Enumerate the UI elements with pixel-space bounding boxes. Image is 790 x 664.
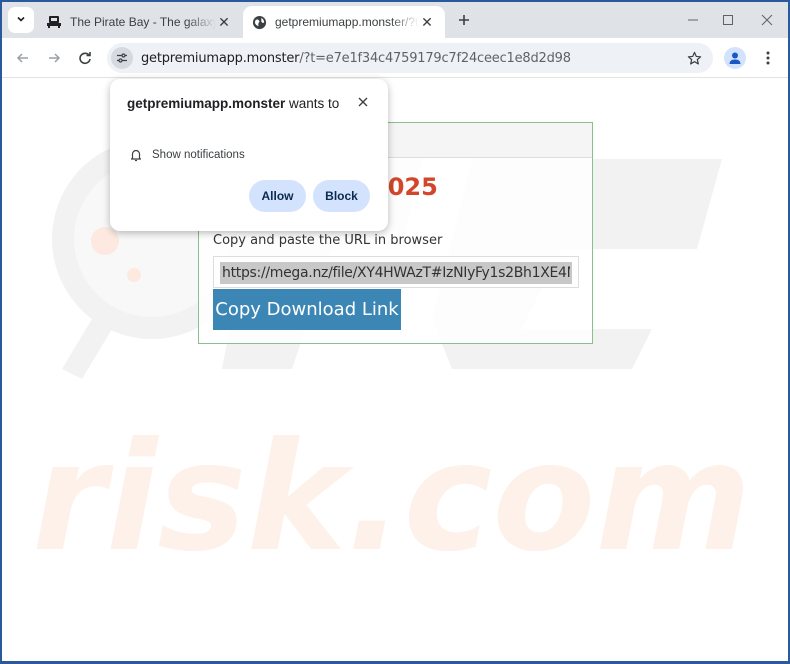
- url-path: /?t=e7e1f34c4759179c7f24ceec1e8d2d98: [299, 50, 571, 66]
- download-url-field[interactable]: [213, 256, 579, 288]
- copy-download-link-button[interactable]: Copy Download Link: [213, 289, 401, 330]
- tune-icon[interactable]: [111, 47, 133, 69]
- pirate-ship-icon: [46, 14, 62, 30]
- reload-icon[interactable]: [75, 48, 95, 68]
- close-icon[interactable]: [757, 10, 777, 30]
- watermark-text: risk.com: [32, 411, 752, 585]
- browser-window: The Pirate Bay - The galaxy's most resil…: [2, 2, 788, 661]
- plus-icon[interactable]: [454, 10, 474, 30]
- chevron-down-icon: [16, 11, 26, 29]
- block-button[interactable]: Block: [313, 180, 370, 212]
- star-icon[interactable]: [685, 49, 703, 67]
- permission-row: Show notifications: [129, 148, 245, 162]
- tab-title: The Pirate Bay - The galaxy's most resil…: [70, 15, 216, 29]
- globe-icon: [251, 14, 267, 30]
- tab-close-icon[interactable]: ✕: [216, 14, 232, 30]
- permission-label: Show notifications: [152, 149, 245, 161]
- popup-close-icon[interactable]: [354, 93, 372, 111]
- allow-button[interactable]: Allow: [249, 180, 306, 212]
- bell-icon: [129, 148, 143, 162]
- popup-site: getpremiumapp.monster: [127, 96, 286, 111]
- popup-suffix: wants to: [285, 96, 340, 111]
- tab-strip: The Pirate Bay - The galaxy's most resil…: [2, 2, 788, 38]
- tab-close-icon[interactable]: ✕: [419, 14, 435, 30]
- arrow-left-icon[interactable]: [13, 48, 33, 68]
- minimize-icon[interactable]: [683, 10, 703, 30]
- person-icon[interactable]: [724, 47, 746, 69]
- arrow-right-icon[interactable]: [44, 48, 64, 68]
- maximize-icon[interactable]: [718, 10, 738, 30]
- popup-title: getpremiumapp.monster wants to: [127, 93, 347, 114]
- tab-getpremiumapp[interactable]: getpremiumapp.monster/?t=e7e1f34c4759179…: [243, 6, 445, 38]
- toolbar: getpremiumapp.monster/?t=e7e1f34c4759179…: [2, 38, 788, 78]
- instruction-label: Copy and paste the URL in browser: [213, 233, 443, 248]
- url-text: getpremiumapp.monster/?t=e7e1f34c4759179…: [141, 51, 571, 66]
- address-bar[interactable]: getpremiumapp.monster/?t=e7e1f34c4759179…: [107, 43, 713, 73]
- kebab-menu-icon[interactable]: [758, 48, 778, 68]
- tab-search-button[interactable]: [8, 7, 34, 33]
- notification-permission-popup: getpremiumapp.monster wants to Show noti…: [110, 79, 388, 231]
- download-url-input[interactable]: [220, 262, 572, 284]
- tab-pirate-bay[interactable]: The Pirate Bay - The galaxy's most resil…: [38, 6, 242, 38]
- url-host: getpremiumapp.monster: [141, 50, 300, 66]
- tab-title: getpremiumapp.monster/?t=e7e1f34c4759179…: [275, 15, 419, 29]
